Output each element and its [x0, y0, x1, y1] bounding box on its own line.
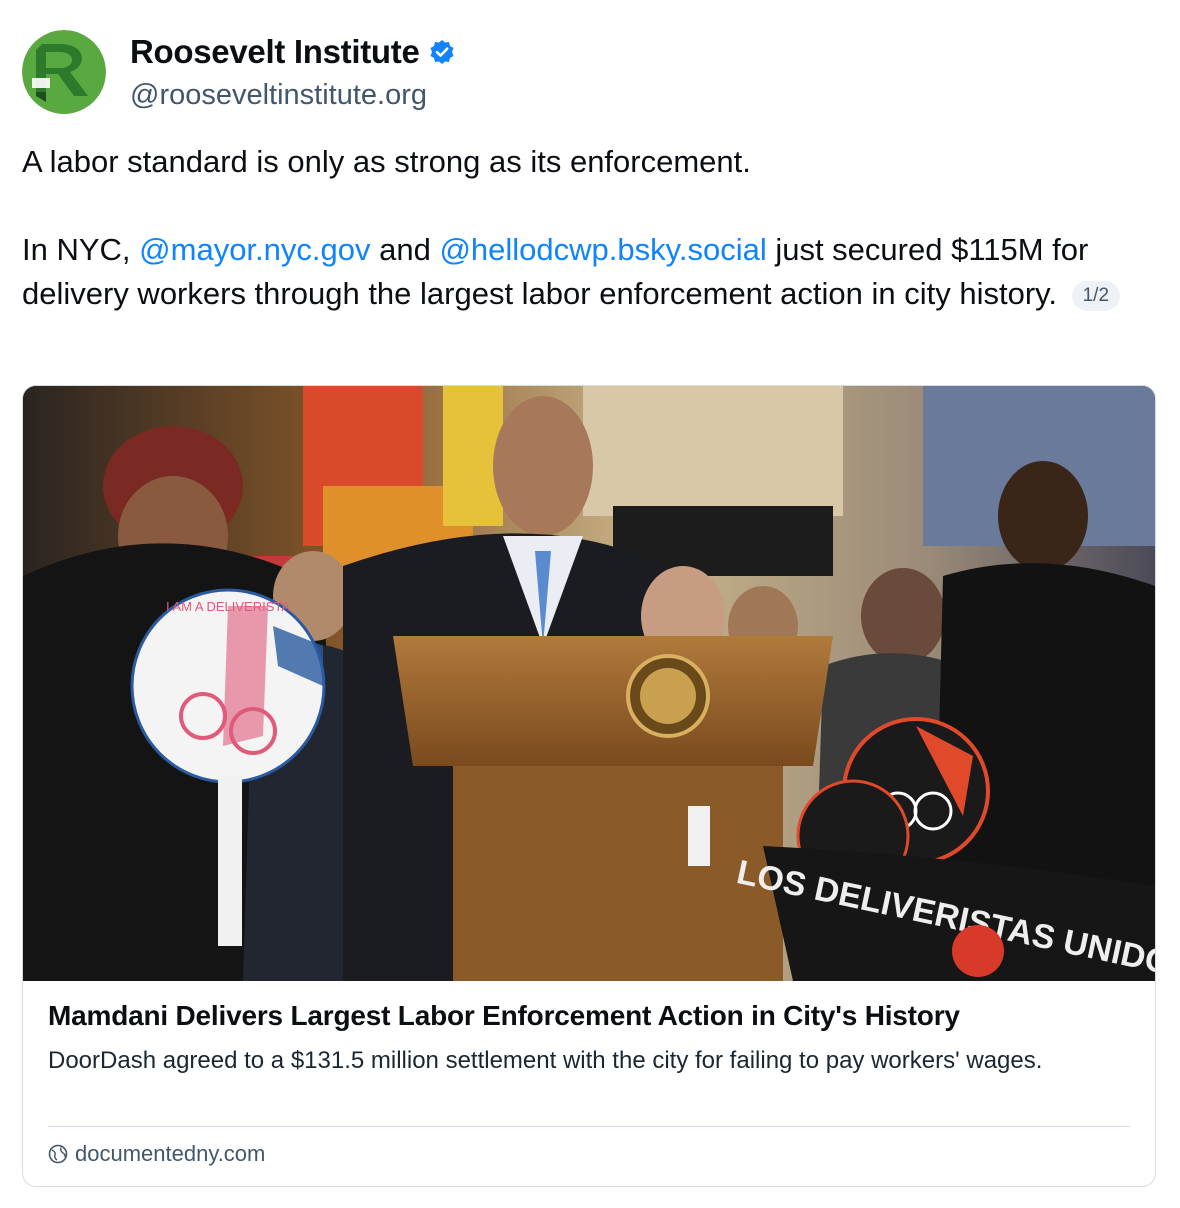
link-card-domain[interactable]: documentedny.com — [48, 1141, 265, 1167]
post-text-segment: In NYC, — [22, 232, 140, 267]
post-paragraph-1: A labor standard is only as strong as it… — [22, 144, 751, 179]
author-handle[interactable]: @rooseveltinstitute.org — [130, 79, 455, 112]
post-text-segment: and — [370, 232, 440, 267]
author-identity: Roosevelt Institute @rooseveltinstitute.… — [130, 33, 455, 112]
display-name[interactable]: Roosevelt Institute — [130, 33, 420, 71]
post-header: Roosevelt Institute @rooseveltinstitute.… — [22, 30, 1158, 114]
name-row: Roosevelt Institute — [130, 33, 455, 71]
mention-link[interactable]: @mayor.nyc.gov — [139, 232, 370, 267]
link-card-domain-text[interactable]: documentedny.com — [75, 1141, 265, 1167]
post-text: A labor standard is only as strong as it… — [22, 140, 1158, 316]
avatar[interactable] — [22, 30, 106, 114]
link-card[interactable]: I AM A DELIVERISTA LOS DELIVERISTAS UNID… — [22, 385, 1156, 1187]
post: Roosevelt Institute @rooseveltinstitute.… — [22, 30, 1158, 316]
thread-badge: 1/2 — [1071, 281, 1121, 311]
sign-text: I AM A DELIVERISTA — [166, 599, 290, 614]
mention-link[interactable]: @hellodcwp.bsky.social — [439, 232, 766, 267]
verified-check-icon[interactable] — [429, 39, 455, 65]
link-card-divider — [48, 1126, 1130, 1127]
link-card-description: DoorDash agreed to a $131.5 million sett… — [48, 1047, 1043, 1074]
link-card-image[interactable]: I AM A DELIVERISTA LOS DELIVERISTAS UNID… — [23, 386, 1155, 981]
post-paragraph-2: In NYC, @mayor.nyc.gov and @hellodcwp.bs… — [22, 228, 1158, 316]
press-conference-photo: I AM A DELIVERISTA LOS DELIVERISTAS UNID… — [23, 386, 1155, 981]
globe-icon — [48, 1144, 68, 1164]
link-card-title[interactable]: Mamdani Delivers Largest Labor Enforceme… — [48, 1000, 1128, 1032]
roosevelt-logo-icon — [22, 30, 106, 114]
